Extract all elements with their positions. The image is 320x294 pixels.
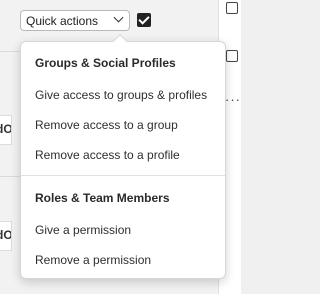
quick-actions-dropdown[interactable]: Quick actions [20, 10, 130, 31]
menu-divider [21, 175, 225, 176]
quick-actions-menu: Groups & Social Profiles Give access to … [20, 33, 226, 279]
background-divider [0, 51, 20, 52]
menu-section-heading-groups: Groups & Social Profiles [35, 56, 176, 70]
background-row: dOn [0, 221, 12, 251]
menu-item-remove-access-profile[interactable]: Remove access to a profile [35, 148, 180, 162]
background-row-text: dOn [0, 122, 12, 136]
menu-section-heading-roles: Roles & Team Members [35, 191, 170, 205]
add-icon[interactable] [226, 50, 238, 62]
background-row: dOn [0, 115, 12, 145]
quick-actions-label: Quick actions [26, 14, 99, 28]
background-divider [0, 176, 20, 177]
chevron-down-icon [113, 12, 124, 23]
quick-actions-checkbox[interactable] [137, 13, 151, 27]
menu-item-give-access-groups-profiles[interactable]: Give access to groups & profiles [35, 88, 207, 102]
flash-icon[interactable] [226, 2, 238, 14]
menu-item-remove-permission[interactable]: Remove a permission [35, 253, 151, 267]
menu-item-remove-access-group[interactable]: Remove access to a group [35, 118, 178, 132]
menu-item-give-permission[interactable]: Give a permission [35, 223, 131, 237]
more-icon[interactable]: ··· [225, 92, 241, 107]
background-row-text: dOn [0, 228, 12, 242]
